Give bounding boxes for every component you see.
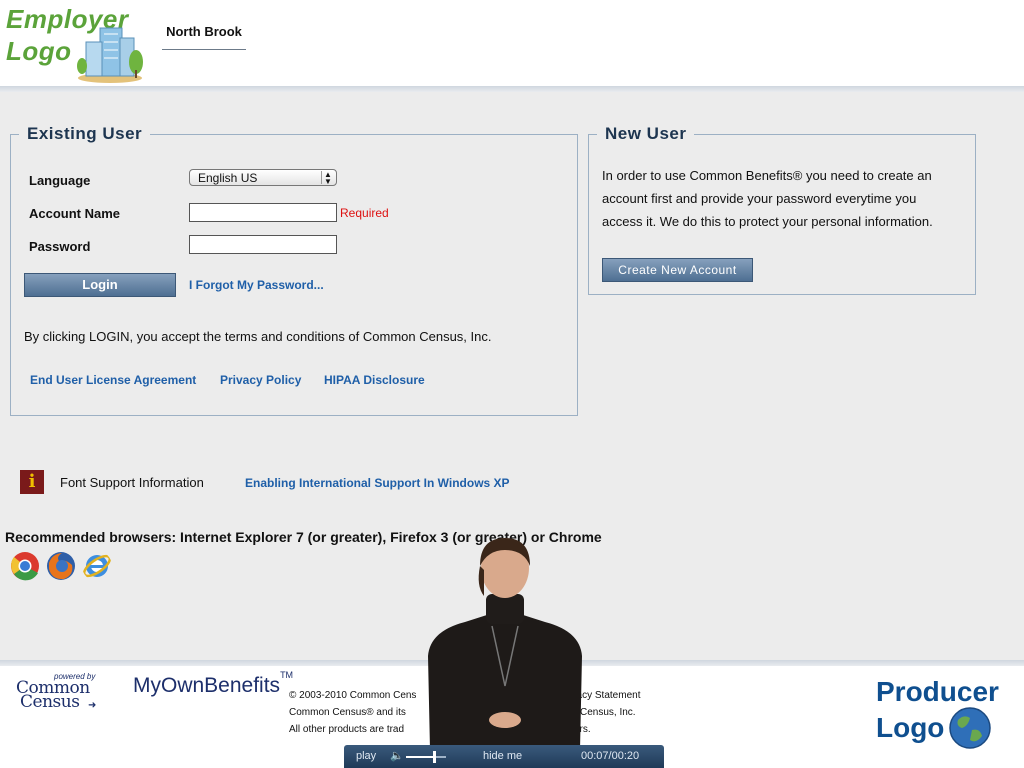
video-control-bar: play 🔈 hide me 00:07/00:20 — [344, 745, 664, 768]
login-button[interactable]: Login — [24, 273, 176, 297]
select-arrows-icon: ▲ ▼ — [321, 171, 334, 186]
eula-link[interactable]: End User License Agreement — [30, 373, 196, 387]
new-user-text-line1: In order to use Common Benefits® you nee… — [602, 168, 932, 183]
firefox-icon[interactable] — [46, 551, 76, 581]
font-support-label: Font Support Information — [60, 475, 204, 490]
internet-explorer-icon[interactable] — [82, 551, 112, 581]
myownbenefits-logo: MyOwnBenefitsTM — [133, 670, 294, 697]
terms-text: By clicking LOGIN, you accept the terms … — [24, 329, 492, 344]
chrome-icon[interactable] — [10, 551, 40, 581]
privacy-policy-link[interactable]: Privacy Policy — [220, 373, 301, 387]
new-user-text-line2: account first and provide your password … — [602, 191, 917, 206]
password-field[interactable] — [189, 235, 337, 254]
hipaa-disclosure-link[interactable]: HIPAA Disclosure — [324, 373, 425, 387]
employer-logo: Employer Logo — [6, 4, 156, 84]
header-divider — [0, 86, 1024, 92]
speaker-icon[interactable]: 🔈 — [390, 749, 404, 762]
video-presenter — [428, 538, 582, 750]
international-support-link[interactable]: Enabling International Support In Window… — [245, 476, 510, 490]
copyright-line1: © 2003-2010 Common Cens — [289, 690, 417, 701]
producer-logo-line1: Producer — [876, 676, 999, 707]
plug-icon: ➜ — [88, 700, 97, 711]
producer-logo-line2: Logo — [876, 712, 945, 743]
hide-video-button[interactable]: hide me — [483, 750, 522, 762]
info-icon: i — [20, 470, 44, 494]
play-button[interactable]: play — [356, 750, 376, 762]
language-value: English US — [198, 171, 258, 185]
globe-icon — [949, 707, 991, 749]
account-name-field[interactable] — [189, 203, 337, 222]
building-icon — [77, 27, 143, 83]
copyright-line3: All other products are trad — [289, 724, 405, 735]
existing-user-title: Existing User — [27, 124, 143, 143]
copyright-line2: Common Census® and its — [289, 707, 406, 718]
video-time: 00:07/00:20 — [581, 750, 640, 762]
forgot-password-link[interactable]: I Forgot My Password... — [189, 278, 324, 292]
volume-slider[interactable] — [406, 751, 446, 763]
new-user-title: New User — [605, 124, 687, 143]
required-indicator: Required — [340, 206, 389, 220]
new-user-text-line3: access it. We do this to protect your pe… — [602, 214, 933, 229]
account-name-label: Account Name — [29, 206, 121, 221]
language-select[interactable]: English US ▲ ▼ — [189, 169, 337, 186]
password-label: Password — [29, 239, 91, 254]
create-account-button[interactable]: Create New Account — [602, 258, 753, 282]
common-census-logo: powered by Common Census ➜ — [16, 672, 97, 712]
language-label: Language — [29, 173, 91, 188]
site-name: North Brook — [162, 24, 246, 50]
